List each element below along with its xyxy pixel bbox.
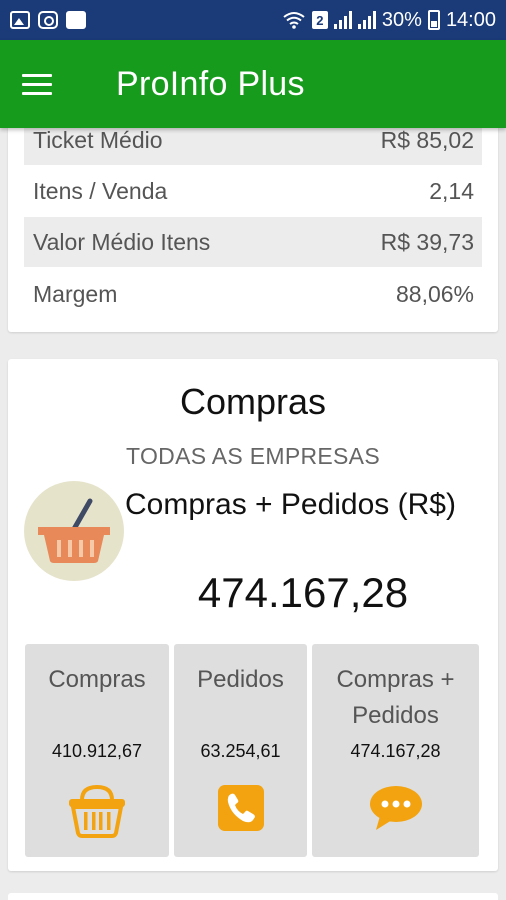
photo-icon — [66, 11, 86, 29]
signal-icon — [333, 11, 352, 29]
notification-icons — [10, 11, 86, 29]
tile-compras-pedidos[interactable]: Compras + Pedidos 474.167,28 — [312, 644, 479, 857]
compras-card: Compras TODAS AS EMPRESAS Compras + Pedi… — [8, 359, 498, 871]
metric-label: Itens / Venda — [33, 177, 168, 204]
metric-label: Ticket Médio — [33, 126, 163, 153]
tile-compras[interactable]: Compras 410.912,67 — [25, 644, 169, 857]
metric-row-margem: Margem 88,06% — [24, 269, 482, 319]
battery-percent: 30% — [381, 8, 422, 31]
metric-label: Margem — [33, 280, 118, 307]
tile-value: 474.167,28 — [350, 741, 441, 761]
metric-value: R$ 85,02 — [380, 126, 474, 153]
compras-pedidos-label: Compras + Pedidos (R$) — [125, 488, 456, 521]
app-title: ProInfo Plus — [116, 64, 305, 103]
tile-value: 63.254,61 — [200, 741, 281, 761]
chat-icon — [369, 786, 422, 830]
wifi-icon — [283, 12, 305, 29]
status-bar: 2 30% 14:00 — [0, 0, 506, 40]
basket-icon — [69, 784, 125, 838]
tile-label: Pedidos — [197, 666, 284, 693]
next-card — [8, 893, 498, 900]
metrics-card: Ticket Médio R$ 85,02 Itens / Venda 2,14… — [8, 100, 498, 332]
metric-row-itens-venda: Itens / Venda 2,14 — [24, 166, 482, 216]
status-indicators: 2 30% 14:00 — [282, 9, 496, 32]
basket-icon — [24, 481, 124, 581]
metric-label: Valor Médio Itens — [33, 228, 211, 255]
metric-value: 88,06% — [395, 280, 474, 307]
metric-value: R$ 39,73 — [380, 228, 474, 255]
app-bar: ProInfo Plus — [0, 40, 506, 128]
clock: 14:00 — [445, 8, 496, 31]
tile-value: 410.912,67 — [51, 741, 143, 761]
metric-row-valor-medio-itens: Valor Médio Itens R$ 39,73 — [24, 217, 482, 267]
metric-value: 2,14 — [429, 177, 474, 204]
tile-label: Compras — [48, 666, 146, 693]
signal-icon-2 — [357, 11, 376, 29]
instagram-icon — [38, 11, 58, 29]
battery-icon — [427, 10, 440, 30]
tile-pedidos[interactable]: Pedidos 63.254,61 — [174, 644, 307, 857]
compras-pedidos-total: 474.167,28 — [197, 569, 409, 616]
sim-badge: 2 — [311, 11, 328, 29]
hamburger-icon[interactable] — [22, 64, 62, 104]
phone-icon — [217, 785, 264, 831]
company-filter-label: TODAS AS EMPRESAS — [126, 443, 380, 469]
image-icon — [10, 11, 30, 29]
compras-title: Compras — [179, 381, 327, 422]
tile-label: Compras + Pedidos — [336, 666, 455, 729]
